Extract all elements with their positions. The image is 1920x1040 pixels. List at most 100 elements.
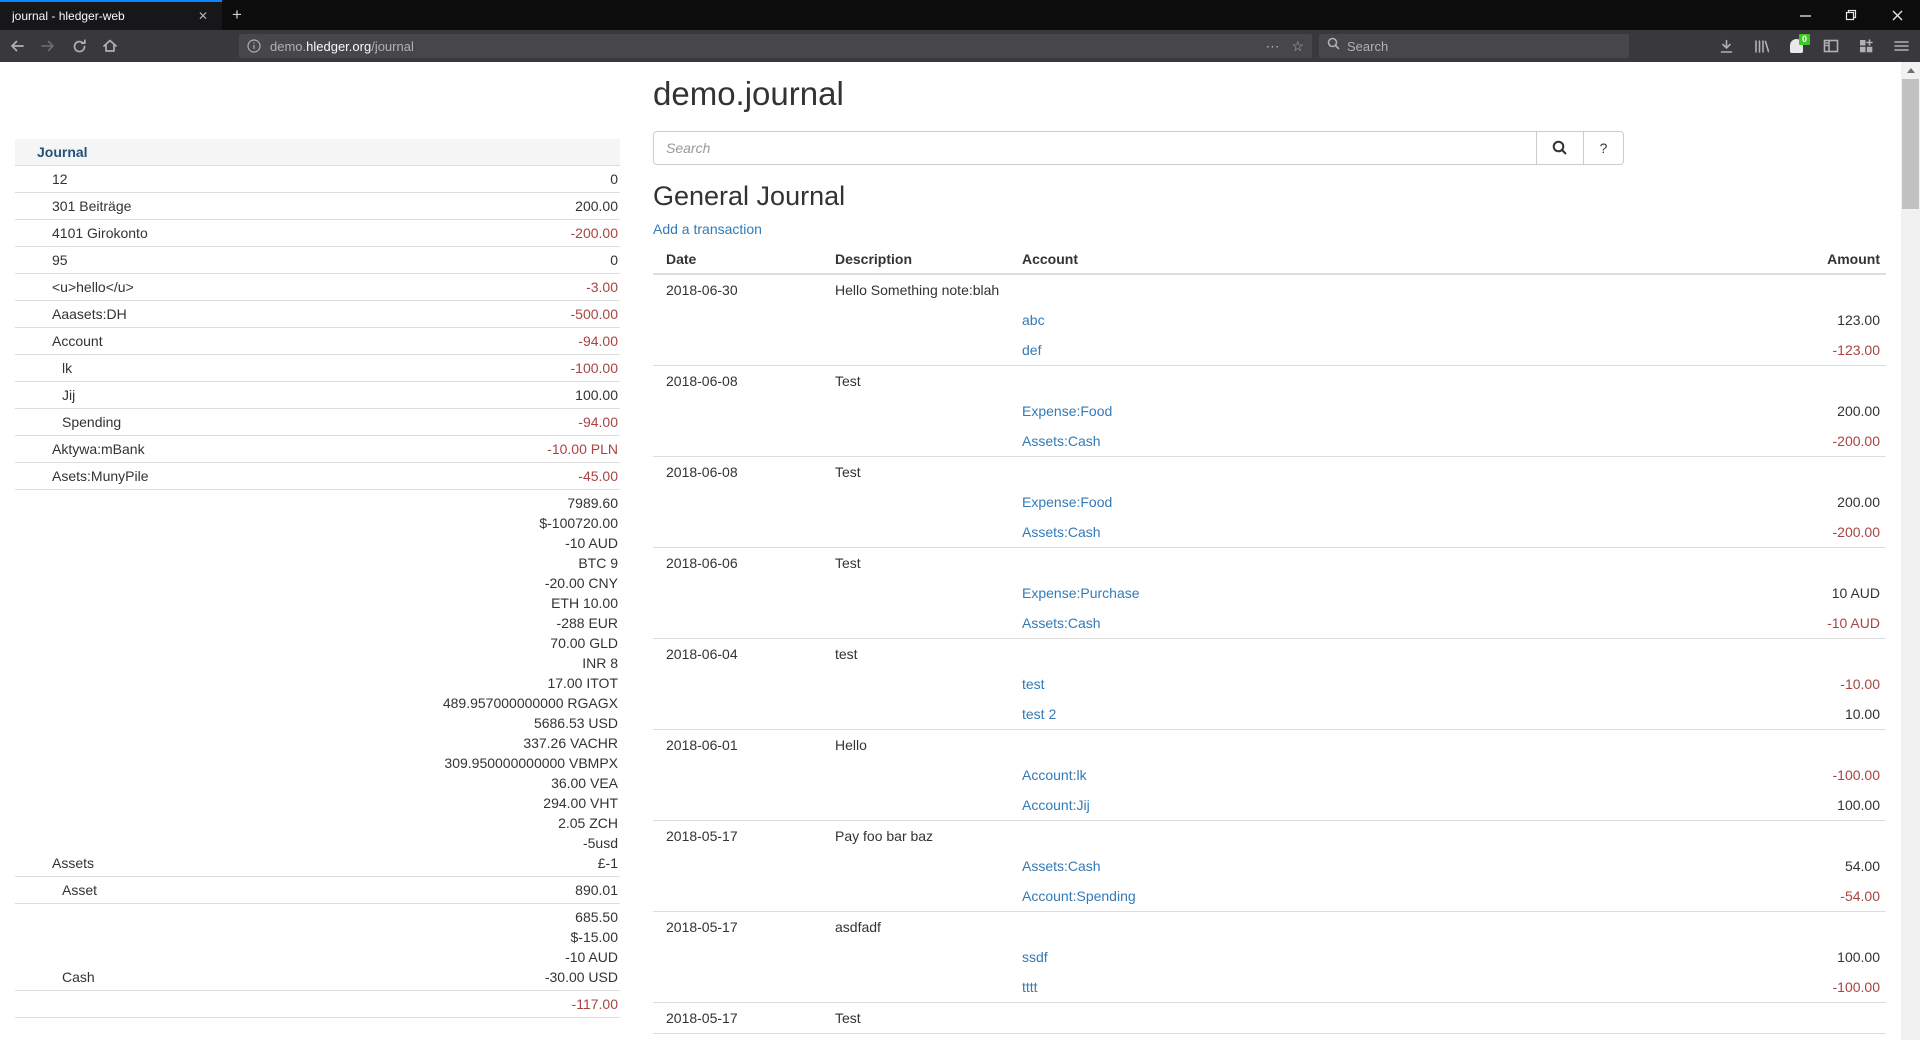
sidebar-account-balance: 685.50$-15.00-10 AUD-30.00 USD: [95, 907, 620, 987]
posting-account-link[interactable]: Expense:Purchase: [1022, 585, 1140, 601]
transaction-title-line: 2018-05-17Test: [653, 1003, 1886, 1033]
balance-amount: INR 8: [582, 653, 618, 673]
site-info-icon[interactable]: [247, 39, 261, 53]
posting-account-link[interactable]: test: [1022, 676, 1045, 692]
page-actions-icon[interactable]: ⋯: [1265, 38, 1279, 55]
menu-button[interactable]: [1888, 33, 1914, 59]
sidebar-toggle-button[interactable]: [1818, 33, 1844, 59]
sidebar-account-link[interactable]: Asset: [15, 880, 97, 900]
sidebar-account-link[interactable]: 12: [15, 169, 68, 189]
browser-search-bar[interactable]: Search: [1319, 34, 1629, 58]
posting-account-link[interactable]: abc: [1022, 312, 1045, 328]
tab-close-icon[interactable]: ✕: [194, 7, 212, 25]
reload-button[interactable]: [65, 33, 93, 59]
balance-amount: £-1: [598, 853, 618, 873]
tiles-button[interactable]: [1853, 33, 1879, 59]
transaction-date: 2018-06-30: [653, 282, 835, 298]
vertical-scrollbar[interactable]: [1901, 62, 1920, 1040]
close-button[interactable]: [1874, 0, 1920, 30]
sidebar-account-link[interactable]: Assets: [15, 853, 94, 873]
balance-amount: 0: [610, 169, 618, 189]
column-amount: Amount: [1827, 251, 1886, 267]
sidebar-account-link[interactable]: Jij: [15, 385, 75, 405]
main-content: demo.journal ? General Journal Add a tra…: [653, 62, 1886, 1034]
up-triangle-icon: [1907, 68, 1915, 73]
posting-account-link[interactable]: Assets:Cash: [1022, 615, 1101, 631]
url-actions: ⋯☆: [1265, 38, 1304, 55]
section-title: General Journal: [653, 181, 1886, 211]
posting-line: Assets:Cash-200.00: [653, 517, 1886, 547]
new-tab-button[interactable]: +: [222, 0, 252, 30]
posting-account-link[interactable]: tttt: [1022, 979, 1038, 995]
back-button[interactable]: [3, 33, 31, 59]
posting-line: def-123.00: [653, 335, 1886, 365]
sidebar-account-link[interactable]: 301 Beiträge: [15, 196, 131, 216]
home-button[interactable]: [96, 33, 124, 59]
page-content: Journal 120301 Beiträge200.004101 Giroko…: [0, 62, 1920, 1040]
url-prefix: demo.: [270, 39, 306, 54]
restore-button[interactable]: [1828, 0, 1874, 30]
transaction-title-line: 2018-05-17asdfadf: [653, 912, 1886, 942]
forward-icon: [40, 38, 56, 54]
sidebar-account-link[interactable]: Cash: [15, 967, 95, 987]
posting-account-link[interactable]: Assets:Cash: [1022, 433, 1101, 449]
sidebar-account-link[interactable]: Aaasets:DH: [15, 304, 127, 324]
sidebar-account-link[interactable]: Account: [15, 331, 103, 351]
sidebar-journal-link[interactable]: Journal: [37, 144, 88, 160]
search-help-button[interactable]: ?: [1584, 131, 1624, 165]
journal-search-button[interactable]: [1537, 131, 1584, 165]
scrollbar-up-arrow[interactable]: [1901, 62, 1920, 79]
balance-amount: 309.950000000000 VBMPX: [444, 753, 618, 773]
posting-line: Expense:Food200.00: [653, 487, 1886, 517]
url-text[interactable]: demo.hledger.org/journal: [270, 39, 1265, 54]
sidebar-account-link[interactable]: Asets:MunyPile: [15, 466, 148, 486]
column-account: Account: [1022, 251, 1827, 267]
posting-account-link[interactable]: Account:Jij: [1022, 797, 1090, 813]
sidebar-account-link[interactable]: Aktywa:mBank: [15, 439, 145, 459]
posting-account-link[interactable]: ssdf: [1022, 949, 1048, 965]
sidebar-account-row: <u>hello</u>-3.00: [15, 274, 620, 301]
posting-account-link[interactable]: Expense:Food: [1022, 494, 1112, 510]
sidebar-account-balance: -500.00: [127, 304, 620, 324]
tab-title: journal - hledger-web: [12, 9, 194, 23]
sidebar-account-row: 4101 Girokonto-200.00: [15, 220, 620, 247]
balance-amount: $-15.00: [571, 927, 618, 947]
posting-account-link[interactable]: Expense:Food: [1022, 403, 1112, 419]
sidebar-account-list: 120301 Beiträge200.004101 Girokonto-200.…: [15, 166, 620, 1018]
transaction-title-line: 2018-06-08Test: [653, 457, 1886, 487]
sidebar-account-link[interactable]: <u>hello</u>: [15, 277, 134, 297]
library-button[interactable]: [1748, 33, 1774, 59]
posting-account-link[interactable]: Account:lk: [1022, 767, 1087, 783]
sidebar-account-link[interactable]: 95: [15, 250, 68, 270]
posting-account-link[interactable]: Assets:Cash: [1022, 858, 1101, 874]
balance-amount: ETH 10.00: [551, 593, 618, 613]
hamburger-icon: [1894, 40, 1909, 52]
journal-search-input[interactable]: [653, 131, 1537, 165]
sidebar-account-link[interactable]: Spending: [15, 412, 121, 432]
downloads-button[interactable]: [1713, 33, 1739, 59]
transactions-body: 2018-06-30Hello Something note:blahabc12…: [653, 275, 1886, 1034]
extension-button[interactable]: 0: [1783, 33, 1809, 59]
forward-button[interactable]: [34, 33, 62, 59]
sidebar-header: Journal: [15, 139, 620, 166]
posting-account-link[interactable]: Account:Spending: [1022, 888, 1136, 904]
column-description: Description: [835, 251, 1022, 267]
add-transaction-link[interactable]: Add a transaction: [653, 219, 762, 239]
url-bar[interactable]: demo.hledger.org/journal ⋯☆: [239, 34, 1312, 58]
scrollbar-thumb[interactable]: [1902, 79, 1919, 209]
posting-line: Account:Spending-54.00: [653, 881, 1886, 911]
posting-account-link[interactable]: Assets:Cash: [1022, 524, 1101, 540]
sidebar-account-link[interactable]: 4101 Girokonto: [15, 223, 148, 243]
minimize-button[interactable]: [1782, 0, 1828, 30]
sidebar-account-link[interactable]: lk: [15, 358, 72, 378]
posting-account-link[interactable]: test 2: [1022, 706, 1056, 722]
bookmark-star-icon[interactable]: ☆: [1291, 38, 1304, 55]
tab-journal[interactable]: journal - hledger-web ✕: [0, 0, 222, 30]
posting-amount: -10 AUD: [1827, 615, 1886, 631]
posting-amount: -100.00: [1833, 979, 1886, 995]
sidebar-account-balance: -3.00: [134, 277, 620, 297]
posting-account-link[interactable]: def: [1022, 342, 1041, 358]
info-circle-icon: [247, 39, 261, 53]
transaction-date: 2018-06-04: [653, 646, 835, 662]
tiles-icon: [1858, 38, 1874, 54]
